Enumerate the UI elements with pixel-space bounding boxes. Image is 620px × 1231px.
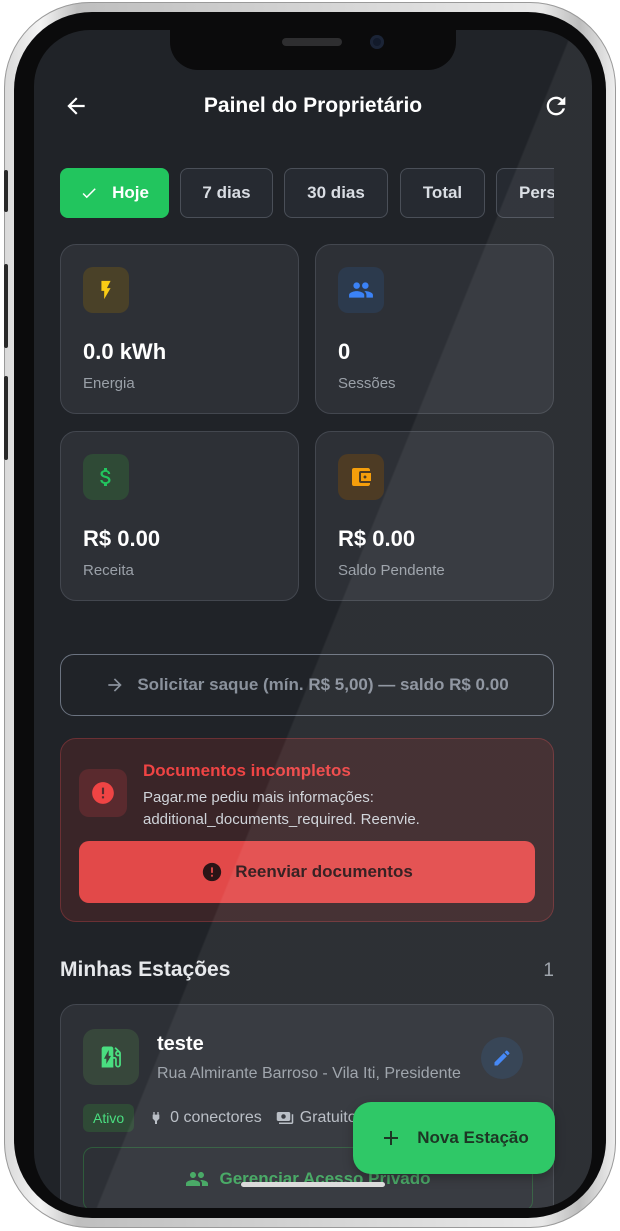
documents-alert: Documentos incompletos Pagar.me pediu ma… — [60, 738, 554, 922]
resend-documents-button[interactable]: Reenviar documentos — [79, 841, 535, 903]
pencil-icon — [494, 1050, 510, 1066]
chip-label: Pers — [519, 183, 554, 202]
app-header: Painel do Proprietário — [34, 84, 592, 128]
edit-station-button[interactable] — [481, 1037, 523, 1079]
status-badge: Ativo — [83, 1104, 135, 1132]
bolt-icon — [83, 267, 129, 313]
chip-label: 30 dias — [307, 183, 365, 202]
chip-total[interactable]: Total — [400, 168, 485, 218]
ev-station-icon — [83, 1029, 139, 1085]
chip-hoje[interactable]: Hoje — [60, 168, 169, 218]
page-title: Painel do Proprietário — [203, 94, 423, 117]
dollar-icon — [83, 454, 129, 500]
speaker — [282, 38, 342, 46]
section-title: Minhas Estações — [60, 958, 231, 981]
error-icon — [79, 769, 127, 817]
chip-personalizado[interactable]: Pers — [496, 168, 554, 218]
station-name: teste — [157, 1033, 204, 1055]
connectors-label: 0 conectores — [170, 1109, 262, 1126]
refresh-button[interactable] — [540, 90, 572, 122]
refresh-icon — [546, 96, 566, 116]
stat-value: R$ 0.00 — [83, 526, 161, 551]
withdraw-label: Solicitar saque (mín. R$ 5,00) — saldo R… — [137, 675, 509, 694]
notch — [170, 30, 456, 70]
pricing-label: Gratuito — [299, 1109, 357, 1126]
stat-label: Saldo Pendente — [338, 562, 445, 579]
station-meta: Ativo 0 conectores Gratuito — [83, 1103, 371, 1133]
volume-down-button — [4, 376, 8, 460]
mute-switch — [4, 170, 8, 212]
users-icon — [338, 267, 384, 313]
alert-message: Pagar.me pediu mais informações: additio… — [143, 789, 420, 828]
chip-label: Total — [422, 183, 463, 202]
chip-label: 7 dias — [202, 183, 251, 202]
chip-7-dias[interactable]: 7 dias — [180, 168, 273, 218]
phone-frame: Painel do Proprietário Hoje 7 dias 30 di… — [4, 2, 616, 1228]
stat-label: Receita — [83, 562, 134, 579]
plus-icon — [384, 1131, 399, 1145]
wallet-icon — [338, 454, 384, 500]
resend-label: Reenviar documentos — [235, 862, 413, 881]
stat-value: 0.0 kWh — [83, 339, 167, 364]
stat-card-sessoes: 0 Sessões — [315, 244, 554, 414]
fab-label: Nova Estação — [417, 1128, 529, 1147]
pricing-info: Gratuito — [276, 1109, 357, 1127]
chip-label: Hoje — [112, 183, 149, 202]
stat-value: R$ 0.00 — [338, 526, 416, 551]
chip-30-dias[interactable]: 30 dias — [284, 168, 388, 218]
error-icon — [203, 862, 222, 882]
new-station-fab[interactable]: Nova Estação — [353, 1102, 555, 1174]
check-icon — [82, 188, 96, 199]
stat-label: Sessões — [338, 375, 396, 392]
period-filter: Hoje 7 dias 30 dias Total Pers — [60, 168, 554, 218]
withdraw-button[interactable]: Solicitar saque (mín. R$ 5,00) — saldo R… — [60, 654, 554, 716]
app-screen: Painel do Proprietário Hoje 7 dias 30 di… — [34, 30, 592, 1208]
arrow-right-icon — [108, 678, 123, 692]
stat-label: Energia — [83, 375, 135, 392]
alert-title: Documentos incompletos — [143, 761, 351, 780]
stat-card-energia: 0.0 kWh Energia — [60, 244, 299, 414]
connectors-info: 0 conectores — [148, 1109, 262, 1127]
front-camera — [370, 35, 384, 49]
cash-icon — [276, 1112, 293, 1124]
stat-card-receita: R$ 0.00 Receita — [60, 431, 299, 601]
stat-value: 0 — [338, 339, 351, 364]
plug-icon — [152, 1112, 160, 1124]
volume-up-button — [4, 264, 8, 348]
station-address: Rua Almirante Barroso - Vila Iti, Presid… — [157, 1065, 461, 1082]
home-indicator — [241, 1182, 385, 1187]
users-icon — [186, 1172, 209, 1186]
stat-card-saldo: R$ 0.00 Saldo Pendente — [315, 431, 554, 601]
section-count: 1 — [543, 960, 554, 981]
